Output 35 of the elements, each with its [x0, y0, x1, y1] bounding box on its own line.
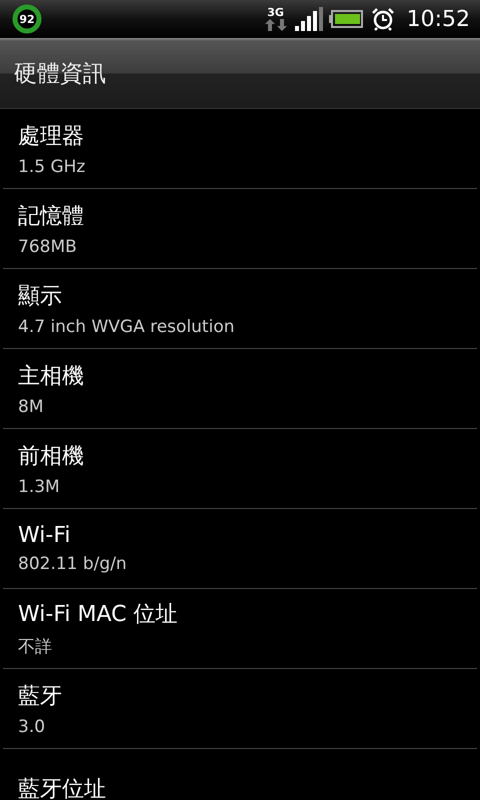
item-title: 處理器 [18, 122, 85, 150]
network-type: 3G [267, 7, 284, 19]
info-row[interactable]: 顯示 4.7 inch WVGA resolution [3, 269, 477, 349]
item-title: 藍牙位址 [18, 776, 107, 800]
item-title: 前相機 [18, 442, 85, 470]
signal-icon [294, 7, 323, 31]
item-value: 768MB [18, 236, 78, 256]
clock-time: 10:52 [406, 6, 470, 32]
item-value: 3.0 [18, 716, 46, 736]
item-value: 4.7 inch WVGA resolution [18, 316, 236, 336]
item-title: Wi-Fi [18, 523, 72, 548]
data-arrows-icon [264, 19, 287, 31]
info-row[interactable]: 記憶體 768MB [3, 189, 477, 269]
battery-icon [328, 9, 363, 29]
item-title: 記憶體 [18, 202, 85, 230]
alarm-clock-icon [370, 7, 395, 31]
item-value: 不詳 [18, 636, 53, 658]
info-row[interactable]: 藍牙位址 [3, 749, 477, 800]
info-row[interactable]: 主相機 8M [3, 349, 477, 429]
item-title: 藍牙 [18, 682, 63, 710]
progress-ring-icon [12, 4, 42, 34]
info-row[interactable]: 藍牙 3.0 [3, 669, 477, 749]
info-row[interactable]: Wi-Fi MAC 位址 不詳 [3, 589, 477, 669]
item-value: 802.11 b/g/n [18, 554, 128, 574]
page-title: 硬體資訊 [14, 60, 106, 88]
item-value: 1.5 GHz [18, 156, 86, 176]
battery-percent: 92 [19, 12, 35, 26]
item-title: 顯示 [18, 282, 63, 310]
info-row[interactable]: 前相機 1.3M [3, 429, 477, 509]
item-title: Wi-Fi MAC 位址 [18, 601, 178, 629]
item-value: 8M [18, 396, 44, 416]
item-title: 主相機 [18, 362, 85, 390]
item-value: 1.3M [18, 476, 61, 496]
info-row[interactable]: 處理器 1.5 GHz [3, 109, 477, 189]
info-row[interactable]: Wi-Fi 802.11 b/g/n [3, 509, 477, 589]
